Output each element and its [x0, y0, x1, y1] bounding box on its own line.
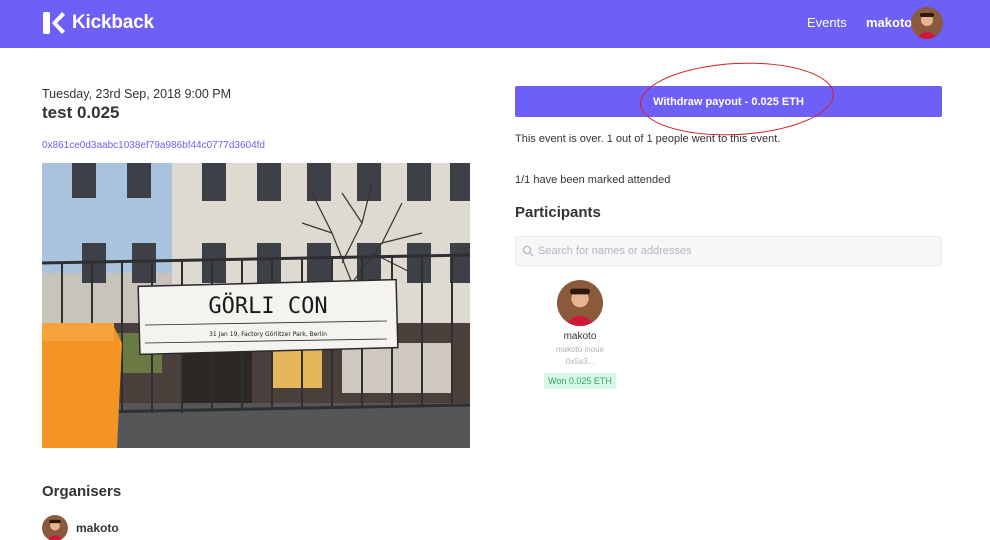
nav-link-events[interactable]: Events	[807, 15, 847, 30]
event-status-text: This event is over. 1 out of 1 people we…	[515, 133, 781, 145]
sign-subtitle: 31 Jan 19, Factory Görlitzer Park, Berli…	[209, 331, 327, 338]
participant-search-input[interactable]	[538, 237, 938, 265]
participant-real-name: makoto inoue	[555, 345, 605, 354]
won-badge: Won 0.025 ETH	[544, 373, 616, 389]
sign-title: GÖRLI CON	[208, 293, 327, 319]
search-icon	[522, 245, 534, 257]
user-avatar[interactable]	[911, 7, 943, 39]
organiser-name: makoto	[76, 521, 119, 535]
kickback-logo-icon	[43, 12, 65, 34]
organiser-item[interactable]: makoto	[42, 515, 119, 540]
participant-search-box	[515, 236, 942, 266]
event-image: GÖRLI CON 31 Jan 19, Factory Görlitzer P…	[42, 163, 470, 448]
event-contract-address-link[interactable]: 0x861ce0d3aabc1038ef79a986bf44c0777d3604…	[42, 140, 265, 151]
organiser-avatar	[42, 515, 68, 540]
top-navbar: Kickback Events makoto	[0, 0, 990, 48]
participant-card[interactable]: makoto makoto inoue 0x5a3... Won 0.025 E…	[535, 280, 625, 389]
organisers-heading: Organisers	[42, 483, 122, 500]
participant-username: makoto	[563, 331, 597, 342]
attended-count-text: 1/1 have been marked attended	[515, 174, 671, 186]
participants-heading: Participants	[515, 204, 601, 221]
event-title: test 0.025	[42, 103, 120, 122]
brand-name: Kickback	[72, 12, 154, 33]
kickback-logo[interactable]: Kickback	[42, 10, 154, 36]
participant-address: 0x5a3...	[565, 357, 595, 366]
nav-username[interactable]: makoto	[866, 15, 912, 30]
event-date: Tuesday, 23rd Sep, 2018 9:00 PM	[42, 87, 232, 101]
participant-avatar	[557, 280, 603, 326]
withdraw-payout-button[interactable]: Withdraw payout - 0.025 ETH	[515, 86, 942, 117]
